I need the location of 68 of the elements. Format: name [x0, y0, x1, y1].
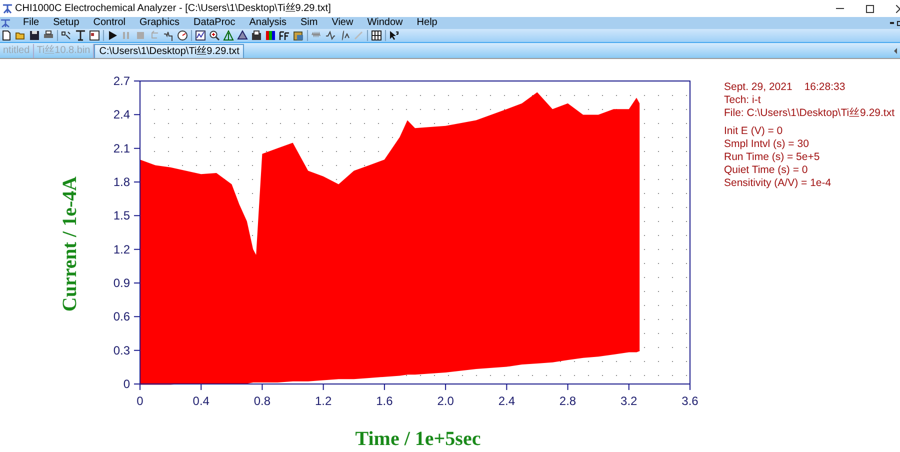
print-icon[interactable] — [43, 30, 54, 41]
window-title: CHI1000C Electrochemical Analyzer - [C:\Users\1\Desktop\Ti丝9.29.txt] — [15, 2, 331, 16]
save-icon[interactable] — [29, 30, 40, 41]
tick-label: 3.6 — [682, 394, 698, 408]
help-pointer-icon[interactable] — [389, 30, 400, 41]
grid-icon[interactable] — [371, 30, 382, 41]
tool-icon[interactable] — [61, 30, 72, 41]
menu-item[interactable]: Window — [360, 17, 410, 29]
file-path-text: File: C:\Users\1\Desktop\Ti丝9.29.txt — [724, 107, 894, 119]
app-icon — [2, 3, 13, 14]
tick-label: 0.4 — [192, 394, 210, 408]
parameter-text: Run Time (s) = 5e+5 — [724, 151, 821, 163]
color-bars-icon[interactable] — [265, 30, 276, 41]
menu-item[interactable]: Graphics — [132, 17, 187, 29]
tick-label: 0.9 — [113, 276, 130, 290]
parameter-text: Sensitivity (A/V) = 1e-4 — [724, 177, 832, 189]
tick-label: 2.0 — [437, 394, 454, 408]
tick-label: 1.2 — [113, 242, 130, 256]
menu-item[interactable]: File — [16, 17, 46, 29]
y-axis-title: Current / 1e-4A — [59, 176, 81, 312]
tick-label: 0.6 — [113, 310, 130, 324]
close-icon[interactable] — [896, 4, 900, 12]
menu-item[interactable]: Analysis — [242, 17, 294, 29]
restore-icon[interactable] — [897, 20, 900, 26]
minimize-icon[interactable] — [836, 8, 844, 10]
tick-label: 1.5 — [113, 208, 130, 223]
menu-item[interactable]: DataProc — [186, 17, 242, 29]
tick-label: 0.8 — [254, 394, 271, 408]
dial-icon[interactable] — [177, 30, 188, 41]
tick-label: 2.7 — [113, 74, 130, 88]
parameter-text: Quiet Time (s) = 0 — [724, 164, 809, 176]
menu-item[interactable]: Sim — [293, 17, 325, 29]
tick-label: 1.2 — [315, 394, 332, 408]
clipboard-icon[interactable] — [293, 30, 304, 41]
tick-label: 0 — [123, 377, 130, 391]
chart-panel-icon[interactable] — [251, 30, 262, 41]
tick-label: 3.2 — [620, 394, 638, 408]
tick-label: 0.3 — [113, 343, 130, 358]
menu-item[interactable]: Control — [86, 17, 133, 29]
text-icon[interactable] — [75, 30, 86, 41]
font-icon[interactable] — [279, 30, 290, 41]
tick-label: 2.1 — [113, 141, 130, 156]
tick-label: 1.8 — [113, 175, 130, 189]
time-text: 16:28:33 — [804, 81, 846, 93]
peak-icon[interactable] — [223, 30, 234, 41]
panel-icon[interactable] — [89, 30, 100, 41]
menu-item[interactable]: View — [324, 17, 360, 29]
document-icon — [1, 18, 10, 28]
x-axis-title: Time / 1e+5sec — [355, 428, 481, 450]
tick-label: 2.4 — [498, 394, 515, 408]
tick-label: 1.6 — [376, 394, 393, 408]
menu-item[interactable]: Help — [410, 17, 444, 29]
parameter-text: Init E (V) = 0 — [724, 125, 784, 137]
maximize-icon[interactable] — [866, 4, 874, 12]
tick-label: 2.8 — [559, 394, 576, 408]
tick-label: 0 — [136, 394, 144, 408]
tab[interactable]: C:\Users\1\Desktop\Ti丝9.29.txt — [94, 44, 244, 58]
integral-icon[interactable] — [339, 30, 350, 41]
wave-icon[interactable] — [325, 30, 336, 41]
zoom-icon[interactable] — [209, 30, 220, 41]
graph-icon[interactable] — [195, 30, 206, 41]
technique-text: Tech: i-t — [724, 94, 762, 106]
date-text: Sept. 29, 2021 — [724, 81, 792, 93]
parameter-text: Smpl Intvl (s) = 30 — [724, 138, 810, 150]
menu-item[interactable]: Setup — [46, 17, 86, 29]
signal-icon[interactable] — [163, 30, 174, 41]
scroll-left-icon[interactable] — [894, 48, 897, 54]
tick-label: 2.4 — [113, 108, 130, 122]
